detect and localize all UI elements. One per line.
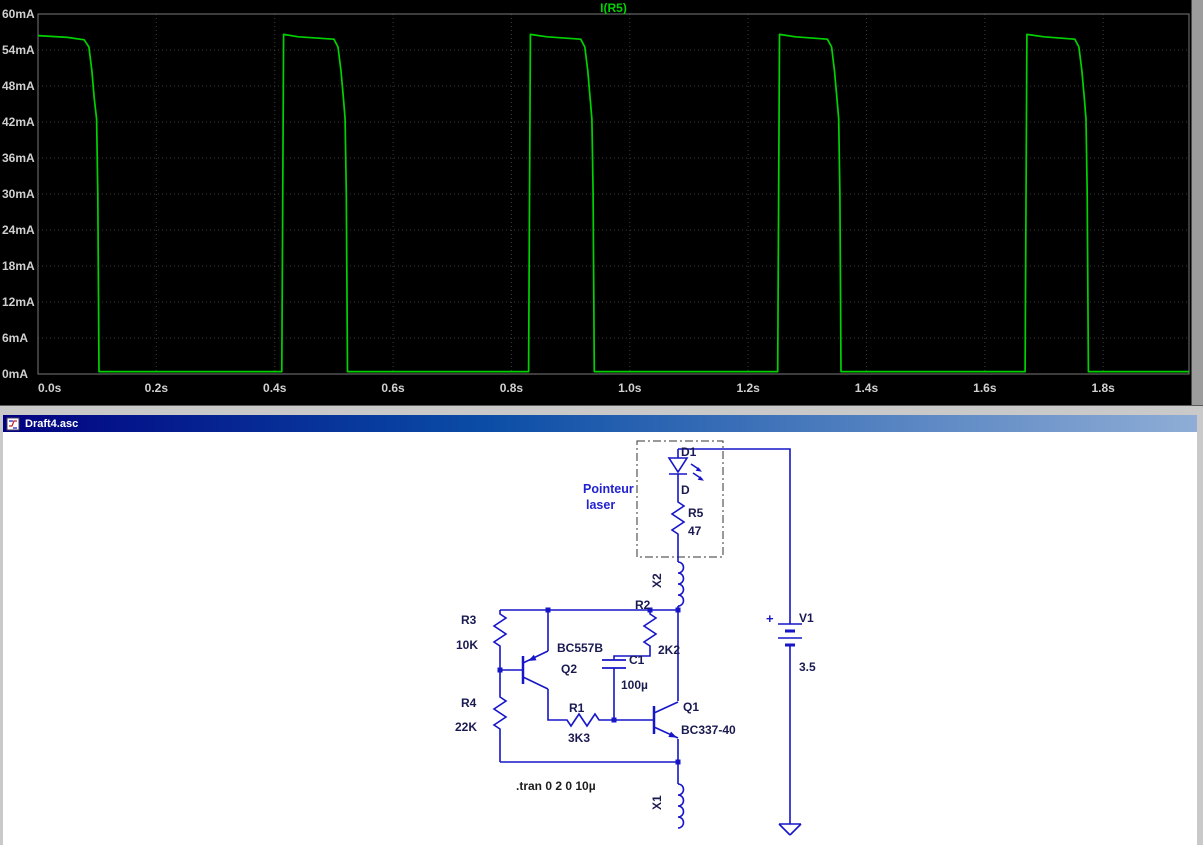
y-axis-tick[interactable]: 30mA <box>2 187 35 201</box>
label-R1-name[interactable]: R1 <box>569 701 585 715</box>
waveform-pane[interactable]: 60mA 54mA 48mA 42mA 36mA 30mA 24mA 18mA 12mA 6mA 0… <box>0 0 1191 405</box>
window-edge <box>1191 0 1203 405</box>
ground-symbol[interactable] <box>778 823 802 836</box>
schematic-canvas[interactable]: D1 D R5 47 X2 R3 10K R4 22K BC557B Q2 R2… <box>3 432 1197 845</box>
schematic-window-title: Draft4.asc <box>25 417 79 430</box>
x-axis-tick[interactable]: 1.0s <box>618 381 642 395</box>
wires[interactable] <box>499 448 791 824</box>
x-axis-tick[interactable]: 0.4s <box>263 381 287 395</box>
y-axis-tick[interactable]: 54mA <box>2 43 35 57</box>
x-axis-tick[interactable]: 0.6s <box>381 381 405 395</box>
label-C1-value[interactable]: 100µ <box>621 678 648 692</box>
y-axis-tick[interactable]: 0mA <box>2 367 28 381</box>
comment-pointeur[interactable]: Pointeur <box>583 482 634 496</box>
battery-plus-sign: + <box>766 611 774 626</box>
label-X1-name[interactable]: X1 <box>650 795 664 810</box>
transistor-Q1[interactable] <box>652 701 679 739</box>
label-Q1-value[interactable]: BC337-40 <box>681 723 736 737</box>
x-axis-tick[interactable]: 0.8s <box>500 381 524 395</box>
y-axis-tick[interactable]: 6mA <box>2 331 28 345</box>
label-V1-value[interactable]: 3.5 <box>799 660 816 674</box>
x-axis-tick[interactable]: 1.8s <box>1092 381 1116 395</box>
capacitor-C1[interactable] <box>602 659 626 669</box>
window-border-right <box>1197 415 1203 845</box>
label-R2-name[interactable]: R2 <box>635 598 651 612</box>
y-axis-tick[interactable]: 48mA <box>2 79 35 93</box>
connector-X1[interactable] <box>677 783 685 829</box>
y-axis-tick[interactable]: 18mA <box>2 259 35 273</box>
x-axis-tick[interactable]: 1.4s <box>855 381 879 395</box>
y-axis-tick[interactable]: 12mA <box>2 295 35 309</box>
x-axis-tick[interactable]: 1.2s <box>736 381 760 395</box>
label-Q2-name[interactable]: Q2 <box>561 662 577 676</box>
connector-X2[interactable] <box>677 561 685 607</box>
junction-dot <box>675 759 681 765</box>
label-V1-name[interactable]: V1 <box>799 611 814 625</box>
junction-dot <box>611 717 617 723</box>
label-R3-name[interactable]: R3 <box>461 613 477 627</box>
label-D1-name[interactable]: D1 <box>681 445 697 459</box>
label-R5-value[interactable]: 47 <box>688 524 702 538</box>
npn-emitter-arrow <box>668 731 677 738</box>
resistor-R2[interactable] <box>642 610 658 650</box>
spice-directive[interactable]: .tran 0 2 0 10µ <box>516 779 596 793</box>
pnp-emitter-arrow <box>528 654 537 661</box>
ltspice-app: 60mA 54mA 48mA 42mA 36mA 30mA 24mA 18mA 12mA 6mA 0… <box>0 0 1203 845</box>
resistor-R5[interactable] <box>670 498 686 538</box>
label-D1-value[interactable]: D <box>681 483 690 497</box>
x-axis-tick[interactable]: 0.0s <box>38 381 62 395</box>
label-R4-value[interactable]: 22K <box>455 720 477 734</box>
x-axis-tick[interactable]: 0.2s <box>145 381 169 395</box>
transistor-Q2[interactable] <box>521 650 549 690</box>
trace-label[interactable]: I(R5) <box>38 1 1189 15</box>
junction-dot <box>675 607 681 613</box>
label-Q2-value[interactable]: BC557B <box>557 641 603 655</box>
label-R4-name[interactable]: R4 <box>461 696 477 710</box>
label-R3-value[interactable]: 10K <box>456 638 478 652</box>
waveform-plot[interactable]: 60mA 54mA 48mA 42mA 36mA 30mA 24mA 18mA 12mA 6mA 0… <box>0 0 1191 405</box>
battery-V1[interactable] <box>778 623 802 647</box>
y-axis-tick[interactable]: 42mA <box>2 115 35 129</box>
pane-splitter[interactable] <box>0 405 1203 415</box>
comment-laser[interactable]: laser <box>586 498 615 512</box>
x-axis-tick[interactable]: 1.6s <box>973 381 997 395</box>
resistor-R4[interactable] <box>492 693 508 733</box>
label-R1-value[interactable]: 3K3 <box>568 731 590 745</box>
label-C1-name[interactable]: C1 <box>629 653 645 667</box>
label-Q1-name[interactable]: Q1 <box>683 700 699 714</box>
label-R2-value[interactable]: 2K2 <box>658 643 680 657</box>
junction-dot <box>545 607 551 613</box>
junction-dot <box>497 667 503 673</box>
schematic-window-icon[interactable] <box>6 417 20 431</box>
y-axis-tick[interactable]: 60mA <box>2 7 35 21</box>
resistor-R3[interactable] <box>492 610 508 650</box>
label-R5-name[interactable]: R5 <box>688 506 704 520</box>
y-axis-tick[interactable]: 36mA <box>2 151 35 165</box>
led-D1[interactable] <box>667 457 704 481</box>
trace-line <box>37 33 1189 373</box>
schematic-titlebar[interactable]: Draft4.asc <box>3 415 1197 432</box>
resistor-R1[interactable] <box>563 712 603 728</box>
y-axis-tick[interactable]: 24mA <box>2 223 35 237</box>
label-X2-name[interactable]: X2 <box>650 573 664 588</box>
